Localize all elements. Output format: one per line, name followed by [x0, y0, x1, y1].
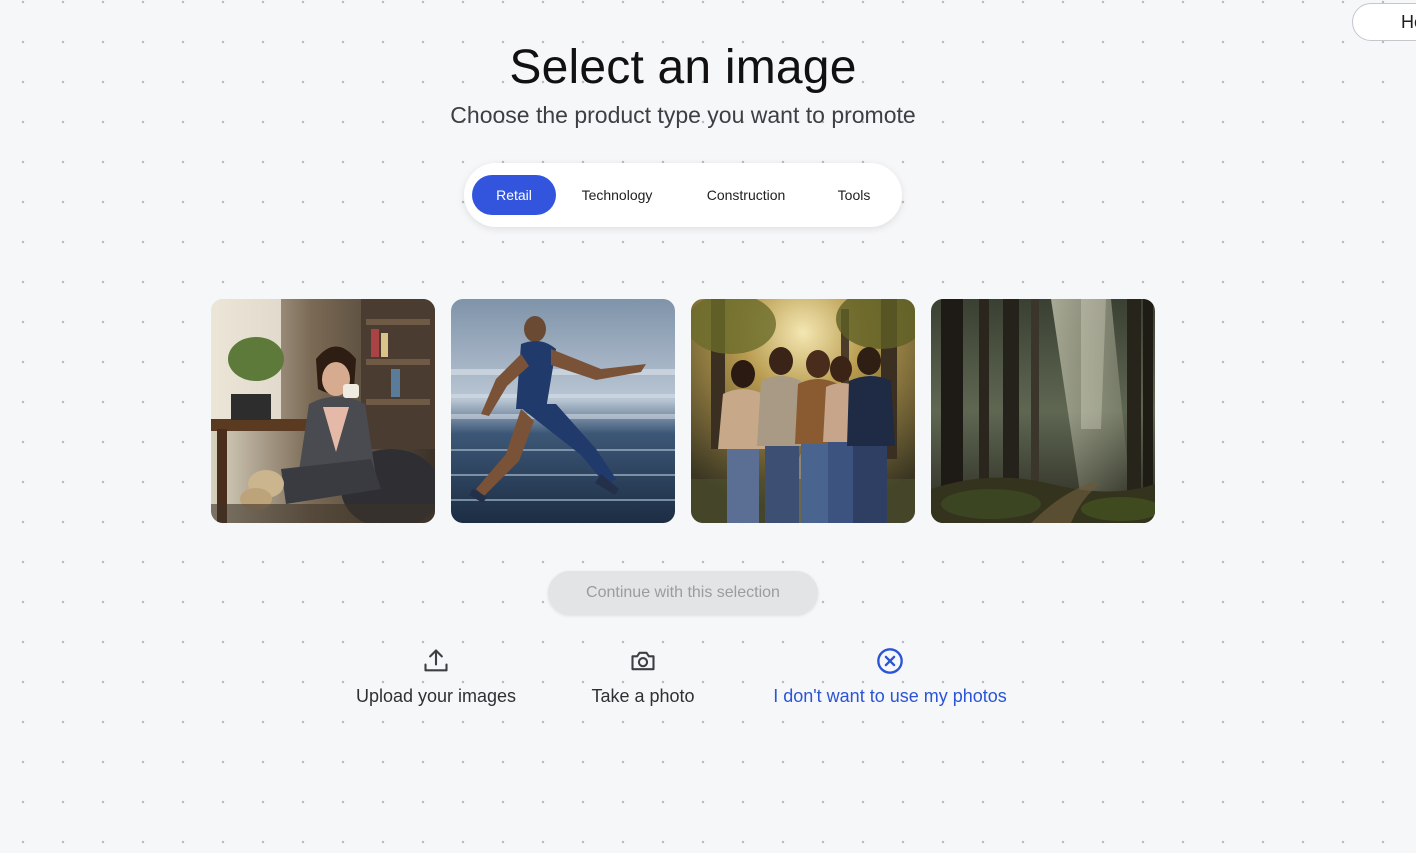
take-photo-button[interactable]: Take a photo	[573, 646, 713, 707]
image-option-sprinter[interactable]	[451, 299, 675, 523]
tab-tools[interactable]: Tools	[814, 175, 894, 215]
image-option-forest[interactable]	[931, 299, 1155, 523]
forest-image	[931, 299, 1155, 523]
continue-button[interactable]: Continue with this selection	[548, 571, 818, 615]
image-option-woman-office[interactable]	[211, 299, 435, 523]
friends-image	[691, 299, 915, 523]
image-option-friends[interactable]	[691, 299, 915, 523]
image-gallery	[211, 299, 1155, 523]
cancel-circle-icon	[875, 646, 905, 676]
sprinter-image	[451, 299, 675, 523]
no-photos-label: I don't want to use my photos	[773, 686, 1007, 706]
page-title: Select an image	[509, 41, 857, 94]
woman-office-image	[211, 299, 435, 523]
upload-images-button[interactable]: Upload your images	[346, 646, 526, 707]
help-button[interactable]: He	[1352, 3, 1416, 41]
tab-construction[interactable]: Construction	[678, 175, 814, 215]
take-photo-label: Take a photo	[591, 686, 695, 706]
tab-retail[interactable]: Retail	[472, 175, 556, 215]
upload-images-label: Upload your images	[355, 686, 517, 706]
product-type-tabs: Retail Technology Construction Tools	[464, 163, 902, 227]
page-subtitle: Choose the product type you want to prom…	[450, 102, 916, 128]
no-photos-button[interactable]: I don't want to use my photos	[760, 646, 1020, 707]
camera-icon	[628, 646, 658, 676]
help-button-label: He	[1401, 11, 1416, 32]
upload-icon	[421, 646, 451, 676]
tab-technology[interactable]: Technology	[556, 175, 678, 215]
